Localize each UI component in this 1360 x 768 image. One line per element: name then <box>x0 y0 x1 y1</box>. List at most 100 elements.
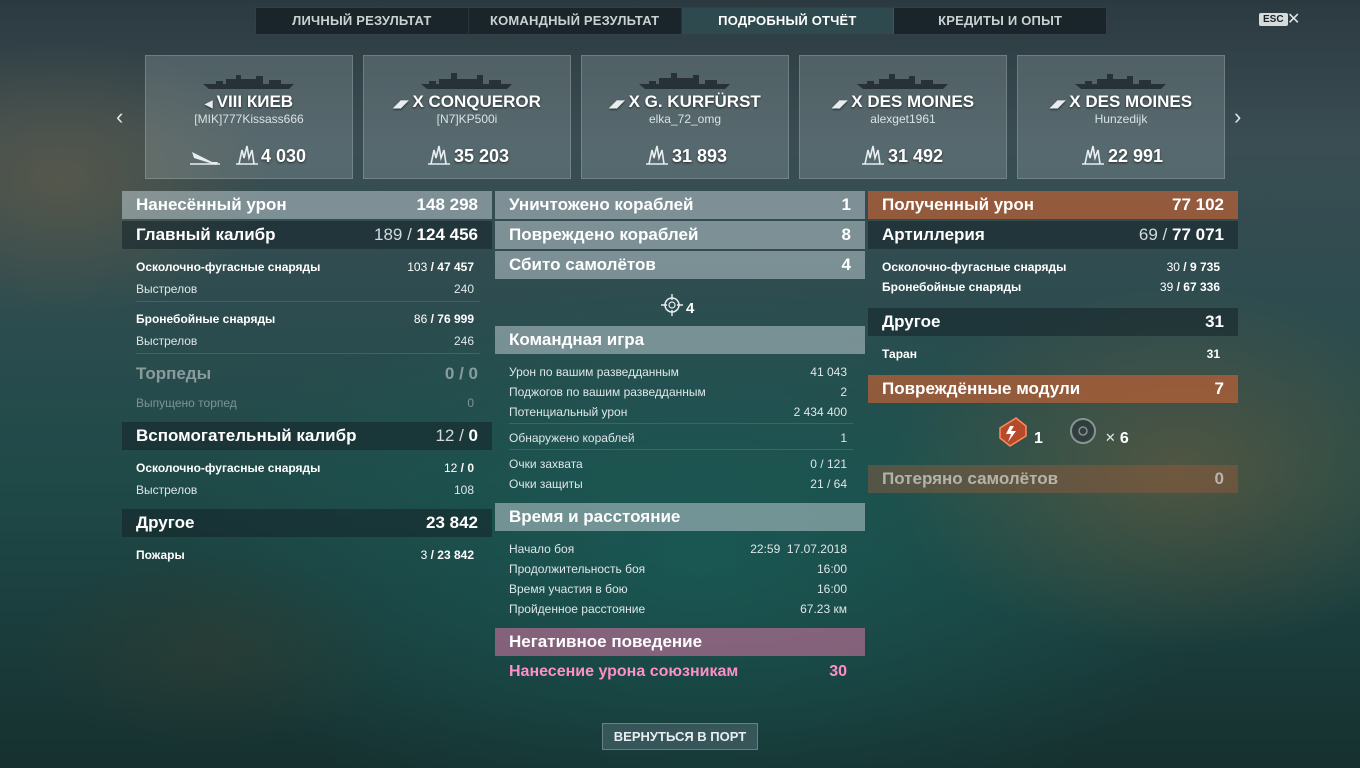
planes-shot-down-header: Сбито самолётов 4 <box>495 251 865 279</box>
damage-burst-icon <box>646 145 668 165</box>
damage-dealt-value: 4 030 <box>261 146 307 166</box>
battleship-class-icon: ◢◤ <box>393 99 409 110</box>
ap-shells-row: Бронебойные снаряды 86 / 76 999 <box>136 312 474 326</box>
torpedoes-fired-row: Выпущено торпед 0 <box>136 396 474 410</box>
ship-card[interactable]: ◢◤ X CONQUEROR [N7]KP500i 35 203 <box>363 55 571 179</box>
divider <box>136 353 480 354</box>
cruiser-class-icon: ◢◤ <box>831 99 848 110</box>
ship-name: ◢◤ X G. KURFÜRST <box>609 92 761 111</box>
artillery-header: Артиллерия 69 / 77 071 <box>868 221 1238 249</box>
cruiser-class-icon: ◢◤ <box>1049 99 1066 110</box>
defense-points-row: Очки защиты 21 / 64 <box>509 477 847 491</box>
he-shots-row: Выстрелов 240 <box>136 282 474 296</box>
destroyer-class-icon: ◀ <box>204 99 213 110</box>
stats-panel: Уничтожено кораблей 1 Повреждено кораблей… <box>495 191 865 691</box>
spotting-damage-row: Урон по вашим разведданным 41 043 <box>509 365 847 379</box>
received-ap-row: Бронебойные снаряды 39 / 67 336 <box>882 280 1220 294</box>
engine-damaged-icon <box>999 417 1027 447</box>
player-name: alexget1961 <box>870 112 936 126</box>
steering-gear-icon <box>1069 418 1096 444</box>
damaged-ships-carousel: ◀ VIII КИЕВ [MIK]777Kissass666 4 030 ◢◤ X … <box>145 55 1225 179</box>
spotting-fires-row: Поджогов по вашим разведданным 2 <box>509 385 847 399</box>
divider <box>136 301 480 302</box>
report-tabs: ЛИЧНЫЙ РЕЗУЛЬТАТ КОМАНДНЫЙ РЕЗУЛЬТАТ ПОД… <box>255 7 1107 35</box>
ships-damaged-header: Повреждено кораблей 8 <box>495 221 865 249</box>
crosshair-icon <box>661 293 683 316</box>
damage-burst-icon <box>236 145 258 165</box>
player-name: [N7]KP500i <box>436 112 498 126</box>
team-play-header: Командная игра <box>495 326 865 354</box>
ship-name: ◢◤ X DES MOINES <box>1049 92 1193 111</box>
ship-name: ◢◤ X CONQUEROR <box>393 92 541 111</box>
torpedoes-header: Торпеды 0 / 0 <box>136 364 478 383</box>
ship-card[interactable]: ◢◤ X DES MOINES Hunzedijk 22 991 <box>1017 55 1225 179</box>
player-name: elka_72_omg <box>648 112 722 126</box>
planes-lost-header: Потеряно самолётов 0 <box>868 465 1238 493</box>
received-he-row: Осколочно-фугасные снаряды 30 / 9 735 <box>882 260 1220 274</box>
ship-silhouette-icon <box>421 73 512 89</box>
ship-card[interactable]: ◢◤ X DES MOINES alexget1961 31 492 <box>799 55 1007 179</box>
damage-dealt-value: 31 893 <box>672 146 728 166</box>
player-name: Hunzedijk <box>1094 112 1148 126</box>
battle-start-row: Начало боя 22:59 17.07.2018 <box>509 542 847 556</box>
chevron-right-icon[interactable]: › <box>1234 104 1241 130</box>
distance-row: Пройденное расстояние 67.23 км <box>509 602 847 616</box>
ap-shots-row: Выстрелов 246 <box>136 334 474 348</box>
received-other-header: Другое 31 <box>868 308 1238 336</box>
secondary-he-row: Осколочно-фугасные снаряды 12 / 0 <box>136 461 474 475</box>
time-distance-header: Время и расстояние <box>495 503 865 531</box>
tab-detailed-report[interactable]: ПОДРОБНЫЙ ОТЧЁТ <box>681 8 895 34</box>
he-shells-row: Осколочно-фугасные снаряды 103 / 47 457 <box>136 260 474 274</box>
divider <box>509 423 853 424</box>
damage-dealt-value: 35 203 <box>454 146 510 166</box>
close-icon[interactable]: ✕ <box>1287 9 1300 29</box>
battleship-class-icon: ◢◤ <box>609 99 625 110</box>
rudder-damage-count: 6 <box>1119 430 1129 447</box>
participation-time-row: Время участия в бою 16:00 <box>509 582 847 596</box>
secondary-shots-row: Выстрелов 108 <box>136 483 474 497</box>
damage-burst-icon <box>428 145 450 165</box>
multiplier-x-icon: ✕ <box>1104 430 1116 445</box>
ships-detected-row: Обнаружено кораблей 1 <box>509 431 847 445</box>
damage-dealt-header: Нанесённый урон 148 298 <box>122 191 492 219</box>
modules-icons: 1 ✕ 6 <box>996 414 1129 448</box>
fires-row: Пожары 3 / 23 842 <box>136 548 474 562</box>
main-battery-header: Главный калибр 189 / 124 456 <box>122 221 492 249</box>
potential-damage-row: Потенциальный урон 2 434 400 <box>509 405 847 419</box>
damaged-modules-header: Повреждённые модули 7 <box>868 375 1238 403</box>
damage-dealt-panel: Нанесённый урон 148 298 Главный калибр 18… <box>122 191 492 581</box>
ship-silhouette-icon <box>857 74 948 89</box>
tab-personal[interactable]: ЛИЧНЫЙ РЕЗУЛЬТАТ <box>256 8 469 34</box>
battle-duration-row: Продолжительность боя 16:00 <box>509 562 847 576</box>
damage-dealt-value: 31 492 <box>888 146 944 166</box>
tab-credits-xp[interactable]: КРЕДИТЫ И ОПЫТ <box>894 8 1106 34</box>
sunk-ship-icon <box>190 152 220 165</box>
engine-damage-count: 1 <box>1034 430 1043 447</box>
damage-burst-icon <box>862 145 884 165</box>
engine-module: 1 <box>996 414 1043 448</box>
other-damage-header: Другое 23 842 <box>122 509 492 537</box>
ship-name: ◀ VIII КИЕВ <box>204 92 294 111</box>
damage-received-panel: Полученный урон 77 102 Артиллерия 69 / 77… <box>868 191 1238 496</box>
damage-burst-icon <box>1082 145 1104 165</box>
negative-behavior-header: Негативное поведение <box>495 628 865 656</box>
divider <box>509 449 853 450</box>
ships-destroyed-header: Уничтожено кораблей 1 <box>495 191 865 219</box>
secondary-battery-header: Вспомогательный калибр 12 / 0 <box>122 422 492 450</box>
ship-card[interactable]: ◢◤ X G. KURFÜRST elka_72_omg 31 893 <box>581 55 789 179</box>
player-name: [MIK]777Kissass666 <box>194 112 304 126</box>
damage-received-header: Полученный урон 77 102 <box>868 191 1238 219</box>
chevron-left-icon[interactable]: ‹ <box>116 104 123 130</box>
return-to-port-button[interactable]: ВЕРНУТЬСЯ В ПОРТ <box>602 723 758 750</box>
esc-key-hint[interactable]: ESC <box>1259 13 1288 26</box>
ship-silhouette-icon <box>639 73 730 89</box>
tab-team[interactable]: КОМАНДНЫЙ РЕЗУЛЬТАТ <box>469 8 682 34</box>
spotting-count: 4 <box>686 300 695 317</box>
ally-damage-row: Нанесение урона союзникам 30 <box>509 663 847 680</box>
ship-silhouette-icon <box>1075 74 1166 89</box>
ship-card[interactable]: ◀ VIII КИЕВ [MIK]777Kissass666 4 030 <box>145 55 353 179</box>
ramming-row: Таран 31 <box>882 347 1220 361</box>
capture-points-row: Очки захвата 0 / 121 <box>509 457 847 471</box>
spotting-indicator: 4 <box>661 292 694 317</box>
ship-name: ◢◤ X DES MOINES <box>831 92 975 111</box>
